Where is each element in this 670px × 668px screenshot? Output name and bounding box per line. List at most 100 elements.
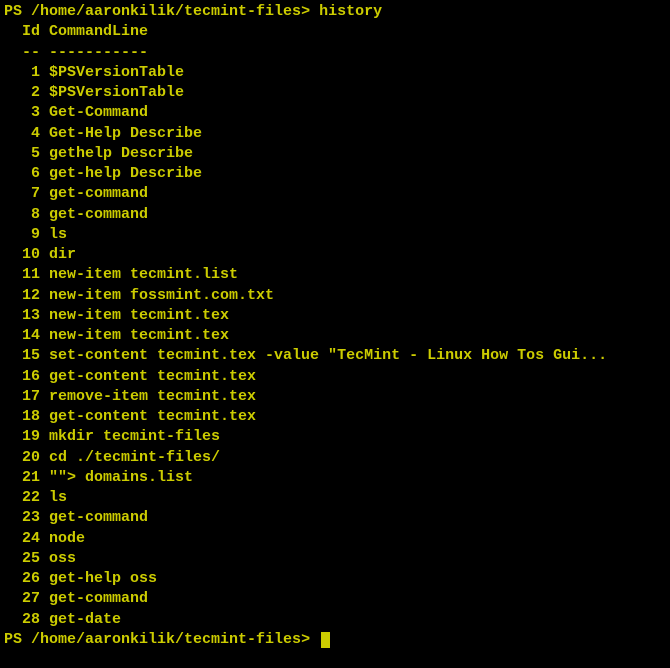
history-id: 21 bbox=[4, 468, 40, 488]
header-cmd: CommandLine bbox=[49, 23, 148, 40]
history-row: 10 dir bbox=[0, 245, 670, 265]
history-id: 25 bbox=[4, 549, 40, 569]
history-row: 13 new-item tecmint.tex bbox=[0, 306, 670, 326]
history-row: 26 get-help oss bbox=[0, 569, 670, 589]
history-row: 5 gethelp Describe bbox=[0, 144, 670, 164]
history-row: 1 $PSVersionTable bbox=[0, 63, 670, 83]
prompt-line-2[interactable]: PS /home/aaronkilik/tecmint-files> bbox=[0, 630, 670, 650]
history-row: 9 ls bbox=[0, 225, 670, 245]
prompt-path: /home/aaronkilik/tecmint-files bbox=[31, 631, 301, 648]
history-command: get-command bbox=[49, 206, 148, 223]
history-row: 11 new-item tecmint.list bbox=[0, 265, 670, 285]
history-id: 12 bbox=[4, 286, 40, 306]
history-id: 7 bbox=[4, 184, 40, 204]
history-header: Id CommandLine bbox=[0, 22, 670, 42]
history-command: Get-Help Describe bbox=[49, 125, 202, 142]
history-command: new-item tecmint.list bbox=[49, 266, 238, 283]
history-row: 19 mkdir tecmint-files bbox=[0, 427, 670, 447]
history-id: 17 bbox=[4, 387, 40, 407]
history-row: 20 cd ./tecmint-files/ bbox=[0, 448, 670, 468]
history-row: 15 set-content tecmint.tex -value "TecMi… bbox=[0, 346, 670, 366]
divider-cmd: ----------- bbox=[49, 44, 148, 61]
history-row: 12 new-item fossmint.com.txt bbox=[0, 286, 670, 306]
history-row: 3 Get-Command bbox=[0, 103, 670, 123]
history-command: $PSVersionTable bbox=[49, 64, 184, 81]
history-command: remove-item tecmint.tex bbox=[49, 388, 256, 405]
history-command: get-content tecmint.tex bbox=[49, 408, 256, 425]
history-id: 23 bbox=[4, 508, 40, 528]
history-id: 22 bbox=[4, 488, 40, 508]
history-command: mkdir tecmint-files bbox=[49, 428, 220, 445]
history-id: 3 bbox=[4, 103, 40, 123]
history-id: 14 bbox=[4, 326, 40, 346]
history-row: 4 Get-Help Describe bbox=[0, 124, 670, 144]
prompt-path: /home/aaronkilik/tecmint-files bbox=[31, 3, 301, 20]
history-id: 5 bbox=[4, 144, 40, 164]
history-id: 2 bbox=[4, 83, 40, 103]
history-row: 14 new-item tecmint.tex bbox=[0, 326, 670, 346]
history-id: 10 bbox=[4, 245, 40, 265]
history-row: 27 get-command bbox=[0, 589, 670, 609]
history-list: 1 $PSVersionTable2 $PSVersionTable3 Get-… bbox=[0, 63, 670, 630]
history-id: 1 bbox=[4, 63, 40, 83]
typed-command: history bbox=[319, 3, 382, 20]
history-command: ls bbox=[49, 489, 67, 506]
divider-id: -- bbox=[4, 43, 40, 63]
history-id: 16 bbox=[4, 367, 40, 387]
history-id: 24 bbox=[4, 529, 40, 549]
history-command: node bbox=[49, 530, 85, 547]
history-id: 28 bbox=[4, 610, 40, 630]
history-row: 21 ""> domains.list bbox=[0, 468, 670, 488]
prompt-prefix: PS bbox=[4, 631, 31, 648]
history-command: get-date bbox=[49, 611, 121, 628]
history-divider: -- ----------- bbox=[0, 43, 670, 63]
history-command: new-item tecmint.tex bbox=[49, 307, 229, 324]
history-row: 23 get-command bbox=[0, 508, 670, 528]
history-id: 19 bbox=[4, 427, 40, 447]
history-id: 9 bbox=[4, 225, 40, 245]
history-command: oss bbox=[49, 550, 76, 567]
history-id: 27 bbox=[4, 589, 40, 609]
history-command: get-content tecmint.tex bbox=[49, 368, 256, 385]
history-row: 25 oss bbox=[0, 549, 670, 569]
history-command: gethelp Describe bbox=[49, 145, 193, 162]
history-row: 22 ls bbox=[0, 488, 670, 508]
history-row: 18 get-content tecmint.tex bbox=[0, 407, 670, 427]
history-command: dir bbox=[49, 246, 76, 263]
history-id: 8 bbox=[4, 205, 40, 225]
history-command: new-item tecmint.tex bbox=[49, 327, 229, 344]
history-command: get-command bbox=[49, 185, 148, 202]
history-command: new-item fossmint.com.txt bbox=[49, 287, 274, 304]
history-row: 17 remove-item tecmint.tex bbox=[0, 387, 670, 407]
history-row: 2 $PSVersionTable bbox=[0, 83, 670, 103]
history-id: 26 bbox=[4, 569, 40, 589]
prompt-separator: > bbox=[301, 631, 319, 648]
history-row: 28 get-date bbox=[0, 610, 670, 630]
history-command: get-command bbox=[49, 509, 148, 526]
history-command: cd ./tecmint-files/ bbox=[49, 449, 220, 466]
prompt-separator: > bbox=[301, 3, 319, 20]
history-row: 24 node bbox=[0, 529, 670, 549]
history-row: 7 get-command bbox=[0, 184, 670, 204]
history-id: 11 bbox=[4, 265, 40, 285]
prompt-prefix: PS bbox=[4, 3, 31, 20]
history-row: 16 get-content tecmint.tex bbox=[0, 367, 670, 387]
history-command: get-help oss bbox=[49, 570, 157, 587]
history-row: 6 get-help Describe bbox=[0, 164, 670, 184]
history-command: set-content tecmint.tex -value "TecMint … bbox=[49, 347, 607, 364]
history-id: 6 bbox=[4, 164, 40, 184]
history-command: get-command bbox=[49, 590, 148, 607]
history-id: 15 bbox=[4, 346, 40, 366]
history-id: 13 bbox=[4, 306, 40, 326]
history-command: ""> domains.list bbox=[49, 469, 193, 486]
prompt-line-1: PS /home/aaronkilik/tecmint-files> histo… bbox=[0, 2, 670, 22]
history-command: get-help Describe bbox=[49, 165, 202, 182]
history-command: Get-Command bbox=[49, 104, 148, 121]
history-command: $PSVersionTable bbox=[49, 84, 184, 101]
history-id: 20 bbox=[4, 448, 40, 468]
history-row: 8 get-command bbox=[0, 205, 670, 225]
header-id: Id bbox=[4, 22, 40, 42]
history-id: 4 bbox=[4, 124, 40, 144]
history-id: 18 bbox=[4, 407, 40, 427]
cursor-icon bbox=[321, 632, 330, 648]
